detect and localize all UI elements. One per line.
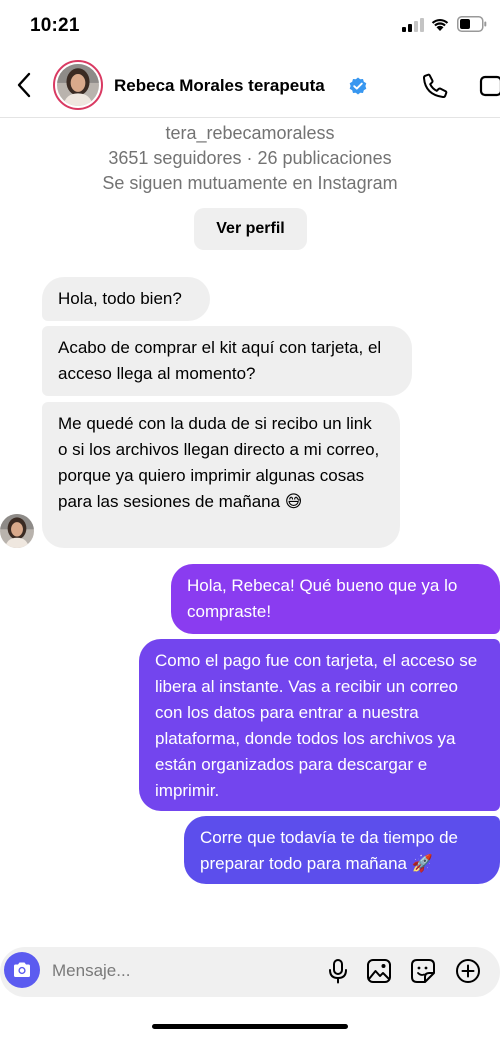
back-button[interactable]: [10, 70, 38, 100]
video-icon[interactable]: [479, 73, 500, 99]
profile-stats: 3651 seguidores · 26 publicaciones: [108, 148, 392, 168]
contact-name[interactable]: Rebeca Morales terapeuta: [114, 76, 325, 96]
profile-summary: tera_rebecamoraless 3651 seguidores · 26…: [0, 121, 500, 196]
gallery-icon[interactable]: [366, 958, 392, 984]
message-bubble-outgoing[interactable]: Hola, Rebeca! Qué bueno que ya lo compra…: [171, 564, 500, 634]
message-bubble-incoming[interactable]: Hola, todo bien?: [42, 277, 210, 321]
plus-icon[interactable]: [455, 958, 481, 984]
profile-username: tera_rebecamoraless: [165, 123, 335, 143]
status-bar: 10:21: [0, 0, 500, 56]
message-input[interactable]: [52, 959, 302, 983]
chat-header: Rebeca Morales terapeuta: [0, 56, 500, 118]
signal-icon: [402, 18, 424, 32]
camera-icon: [14, 962, 30, 977]
message-composer: [0, 947, 500, 997]
camera-button[interactable]: [4, 952, 40, 988]
sticker-icon[interactable]: [410, 958, 436, 984]
microphone-icon[interactable]: [325, 958, 351, 984]
contact-avatar[interactable]: [53, 60, 103, 110]
message-bubble-outgoing[interactable]: Como el pago fue con tarjeta, el acceso …: [139, 639, 500, 811]
message-bubble-outgoing[interactable]: Corre que todavía te da tiempo de prepar…: [184, 816, 500, 884]
phone-icon[interactable]: [421, 72, 449, 100]
profile-mutual-follow: Se siguen mutuamente en Instagram: [102, 173, 398, 193]
view-profile-button[interactable]: Ver perfil: [194, 208, 307, 250]
contact-avatar-small[interactable]: [0, 514, 34, 548]
status-time: 10:21: [30, 15, 80, 36]
battery-icon: [457, 16, 487, 32]
message-bubble-incoming[interactable]: Acabo de comprar el kit aquí con tarjeta…: [42, 326, 412, 396]
avatar-photo: [57, 64, 99, 106]
wifi-icon: [431, 18, 449, 31]
home-indicator[interactable]: [152, 1024, 348, 1029]
message-bubble-incoming[interactable]: Me quedé con la duda de si recibo un lin…: [42, 402, 400, 548]
back-icon: [17, 72, 31, 98]
verified-icon: [349, 77, 367, 95]
